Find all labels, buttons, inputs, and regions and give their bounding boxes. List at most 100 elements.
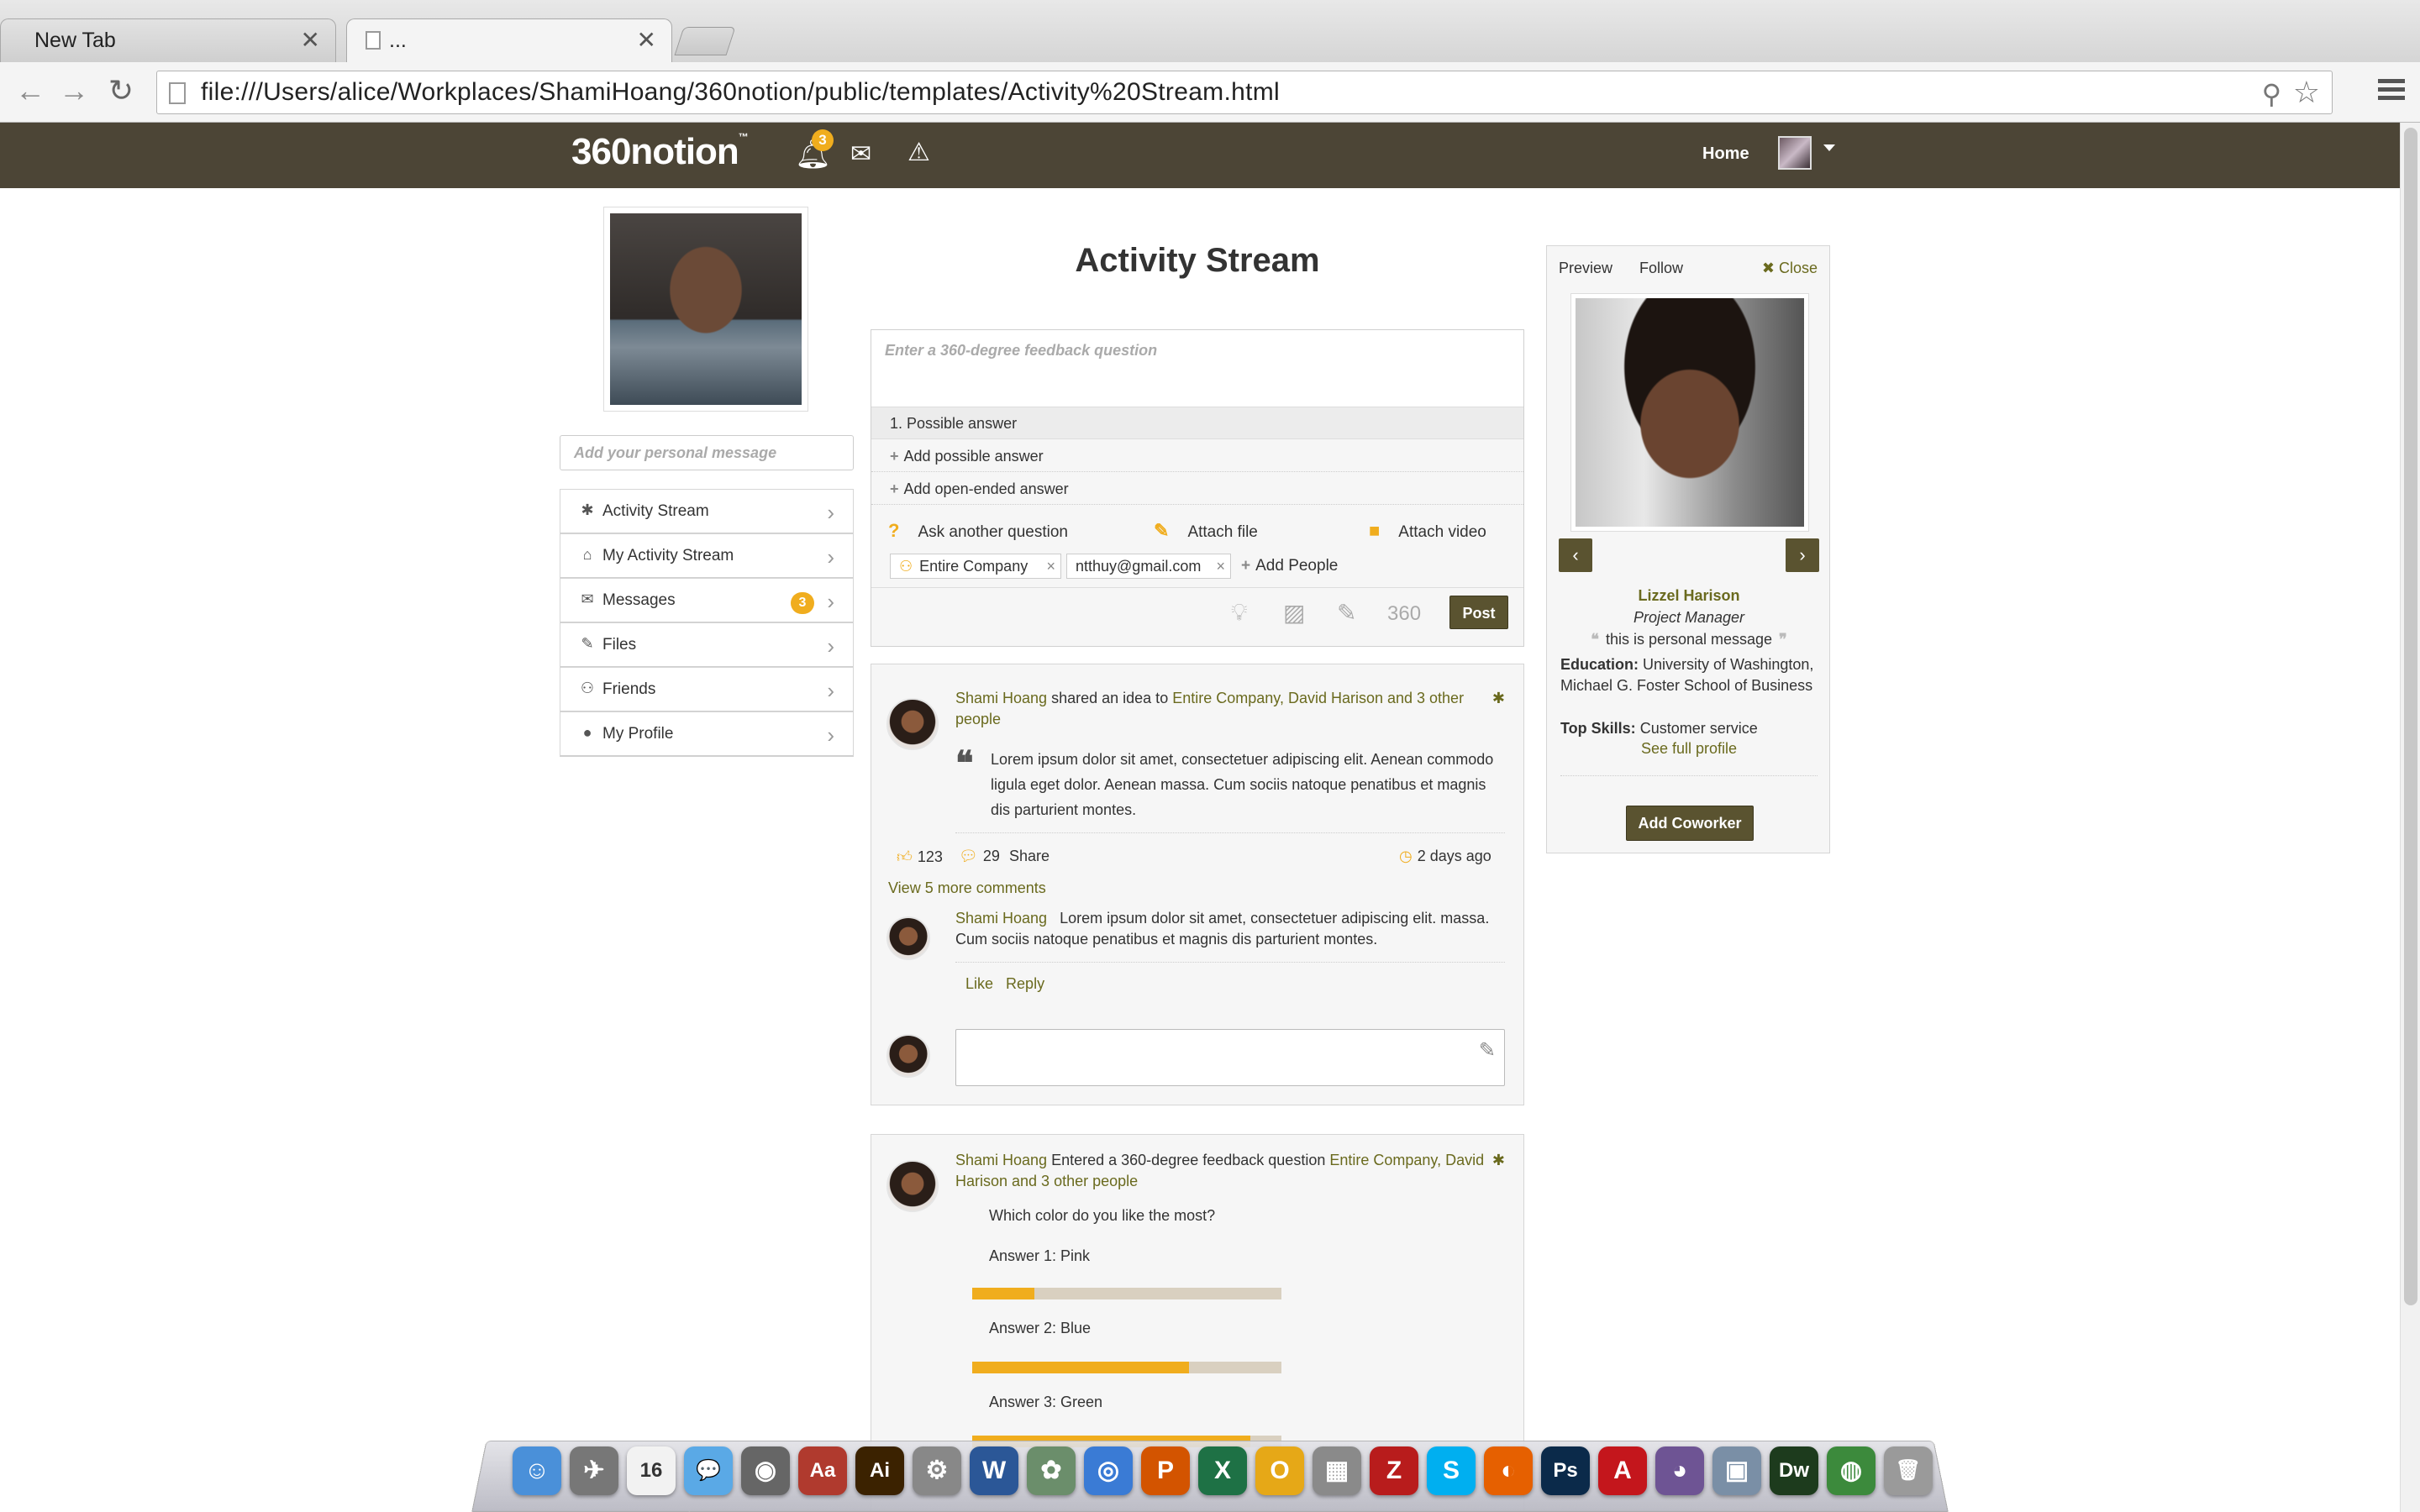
add-coworker-button[interactable]: Add Coworker (1626, 806, 1754, 841)
author-avatar[interactable] (886, 698, 939, 750)
new-tab-button[interactable] (674, 27, 736, 55)
attach-file-button[interactable]: ✎ Attach file (1154, 520, 1258, 542)
tab-new-tab[interactable]: New Tab ✕ (0, 18, 336, 62)
comment-count[interactable]: 💬︎ 29 (959, 848, 1000, 865)
search-icon[interactable]: ⚲ (2262, 78, 2281, 110)
ask-another-question-button[interactable]: ? Ask another question (888, 520, 1068, 542)
reload-icon[interactable]: ↻ (103, 72, 139, 109)
messages-icon[interactable]: 💬 (684, 1446, 733, 1495)
envelope-icon[interactable]: ✉ (850, 139, 871, 169)
forward-arrow-icon[interactable]: → (55, 72, 92, 109)
view-more-comments-link[interactable]: View 5 more comments (888, 879, 1046, 897)
sidebar-item-files[interactable]: ✎ Files › (560, 622, 854, 668)
menu-icon[interactable] (2378, 79, 2405, 106)
warning-icon[interactable]: ⚠ (908, 138, 930, 167)
skype-icon[interactable]: S (1427, 1446, 1476, 1495)
safari-icon[interactable]: ◎ (1084, 1446, 1133, 1495)
chrome-icon[interactable]: ◍ (1827, 1446, 1876, 1495)
answer-input-1[interactable]: 1. Possible answer (871, 407, 1523, 439)
dictionary-icon[interactable]: Aa (798, 1446, 847, 1495)
coworker-photo[interactable] (1570, 293, 1809, 532)
sidebar-item-activity-stream[interactable]: ✱ Activity Stream › (560, 489, 854, 534)
scrollbar-thumb[interactable] (2404, 128, 2417, 1305)
word-icon[interactable]: W (970, 1446, 1018, 1495)
dreamweaver-icon[interactable]: Dw (1770, 1446, 1818, 1495)
close-icon[interactable]: ✕ (637, 19, 656, 61)
author-link[interactable]: Shami Hoang (955, 1152, 1047, 1168)
system-preferences-icon[interactable]: ⚙ (913, 1446, 961, 1495)
targets-link[interactable]: Entire Company, (1329, 1152, 1441, 1168)
close-icon[interactable]: ✕ (301, 19, 320, 61)
powerpoint-icon[interactable]: P (1141, 1446, 1190, 1495)
url-text[interactable]: file:///Users/alice/Workplaces/ShamiHoan… (201, 71, 1280, 113)
like-link[interactable]: Like (965, 975, 993, 992)
scanner-icon[interactable]: ▦ (1313, 1446, 1361, 1495)
trash-icon[interactable]: 🗑 (1884, 1446, 1933, 1495)
back-arrow-icon[interactable]: ← (12, 72, 49, 109)
photo-icon[interactable]: ▣ (1712, 1446, 1761, 1495)
share-link[interactable]: Share (1009, 848, 1050, 865)
reply-link[interactable]: Reply (1006, 975, 1044, 992)
gear-icon[interactable]: ✱ (1492, 690, 1505, 707)
illustrator-icon[interactable]: Ai (855, 1446, 904, 1495)
lightbulb-icon[interactable]: 💡︎ (1231, 599, 1248, 627)
personal-message-input[interactable]: Add your personal message (560, 435, 854, 470)
finder-icon[interactable]: ☺ (513, 1446, 561, 1495)
attach-video-button[interactable]: ■ Attach video (1369, 520, 1486, 542)
like-count[interactable]: 👍︎ 123 (897, 848, 943, 866)
site-logo[interactable]: 360notion™ (571, 131, 749, 173)
recipient-tag-entire-company[interactable]: ⚇ Entire Company × (890, 554, 1061, 579)
question-input[interactable]: Enter a 360-degree feedback question (871, 330, 1523, 407)
post-button[interactable]: Post (1449, 596, 1508, 629)
calendar-icon[interactable]: 16 (627, 1446, 676, 1495)
tab-activity-stream[interactable]: ... ✕ (346, 18, 672, 62)
close-button[interactable]: ✖ Close (1762, 260, 1818, 277)
envelope-icon: ✉ (581, 591, 594, 607)
paperclip-icon[interactable]: ✎ (1337, 599, 1356, 627)
home-link[interactable]: Home (1702, 144, 1749, 164)
user-avatar[interactable] (1778, 136, 1812, 170)
previous-button[interactable]: ‹ (1559, 538, 1592, 572)
sidebar-item-friends[interactable]: ⚇ Friends › (560, 667, 854, 712)
sidebar-item-my-profile[interactable]: ● My Profile › (560, 711, 854, 757)
sidebar-item-label: Messages (602, 591, 676, 609)
bookmark-star-icon[interactable]: ☆ (2293, 75, 2320, 110)
launchpad-icon[interactable]: ✈ (570, 1446, 618, 1495)
add-open-ended-answer-link[interactable]: + Add open-ended answer (871, 473, 1523, 505)
preview-tab[interactable]: Preview (1559, 260, 1612, 277)
gear-icon[interactable]: ✱ (1492, 1152, 1505, 1169)
commenter-avatar[interactable] (886, 916, 930, 960)
profile-photo[interactable] (603, 207, 808, 412)
firefox-icon[interactable]: ◐ (1484, 1446, 1533, 1495)
remove-tag-icon[interactable]: × (1046, 554, 1055, 578)
commenter-link[interactable]: Shami Hoang (955, 910, 1047, 927)
chevron-down-icon[interactable] (1823, 144, 1835, 151)
see-full-profile-link[interactable]: See full profile (1547, 740, 1831, 758)
paperclip-icon[interactable]: ✎ (1479, 1038, 1496, 1063)
github-icon[interactable]: ◕ (1655, 1446, 1704, 1495)
acrobat-icon[interactable]: A (1598, 1446, 1647, 1495)
vertical-scrollbar[interactable] (2400, 123, 2420, 1512)
outlook-icon[interactable]: O (1255, 1446, 1304, 1495)
address-bar[interactable]: file:///Users/alice/Workplaces/ShamiHoan… (156, 71, 2333, 114)
add-people-button[interactable]: + Add People (1241, 554, 1338, 579)
author-avatar[interactable] (886, 1160, 939, 1212)
360-icon[interactable]: 360 (1387, 602, 1421, 626)
sidebar-item-my-activity-stream[interactable]: ⌂ My Activity Stream › (560, 533, 854, 579)
recipient-tag-email[interactable]: ntthuy@gmail.com × (1066, 554, 1231, 579)
reply-textarea[interactable]: ✎ (955, 1029, 1505, 1086)
preview-icon[interactable]: ✿ (1027, 1446, 1076, 1495)
author-link[interactable]: Shami Hoang (955, 690, 1047, 706)
sidebar-item-messages[interactable]: ✉ Messages 3 › (560, 578, 854, 623)
feed-item-header: Shami Hoang Entered a 360-degree feedbac… (955, 1150, 1485, 1192)
coworker-name[interactable]: Lizzel Harison (1547, 587, 1831, 605)
add-possible-answer-link[interactable]: + Add possible answer (871, 440, 1523, 472)
follow-link[interactable]: Follow (1639, 260, 1683, 277)
excel-icon[interactable]: X (1198, 1446, 1247, 1495)
image-icon[interactable]: ▨ (1283, 599, 1305, 627)
facetime-icon[interactable]: ◉ (741, 1446, 790, 1495)
photoshop-icon[interactable]: Ps (1541, 1446, 1590, 1495)
remove-tag-icon[interactable]: × (1216, 554, 1225, 578)
filezilla-icon[interactable]: Z (1370, 1446, 1418, 1495)
next-button[interactable]: › (1786, 538, 1819, 572)
